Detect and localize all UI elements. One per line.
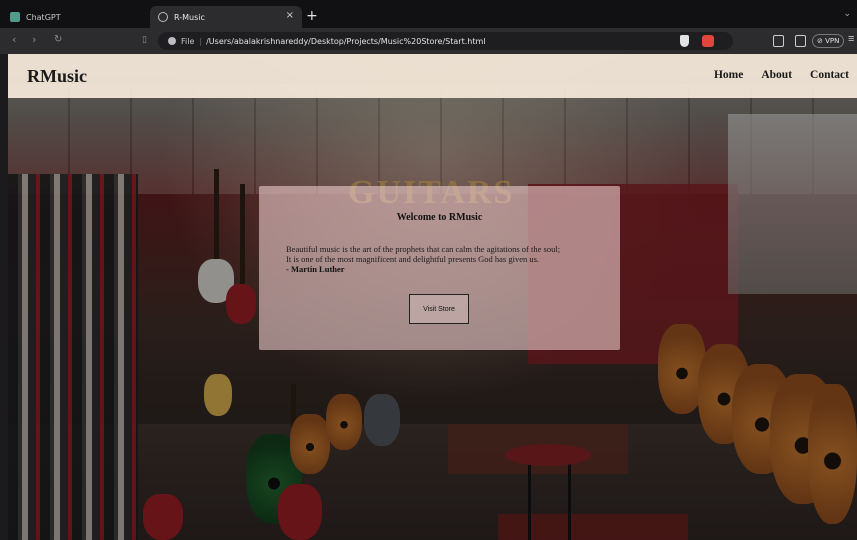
- brave-shield-icon[interactable]: [680, 35, 689, 47]
- welcome-title: Welcome to RMusic: [396, 212, 483, 223]
- tab-label: ChatGPT: [26, 12, 61, 22]
- url-scheme-label: File: [181, 36, 195, 46]
- menu-icon[interactable]: ≡: [848, 33, 854, 45]
- nav-about-link[interactable]: About: [761, 69, 792, 81]
- quote-author: - Martin Luther: [286, 264, 345, 274]
- welcome-card: Welcome to RMusic Beautiful music is the…: [259, 186, 620, 350]
- vpn-button[interactable]: ⊘ VPN: [812, 34, 845, 48]
- address-bar[interactable]: File | /Users/abalakrishnareddy/Desktop/…: [158, 32, 733, 50]
- wallet-icon[interactable]: [795, 35, 806, 47]
- quote-line: It is one of the most magnificent and de…: [286, 254, 540, 264]
- rewards-icon[interactable]: [702, 35, 714, 47]
- nav-contact-link[interactable]: Contact: [810, 69, 849, 81]
- globe-icon: [158, 12, 168, 22]
- url-text: /Users/abalakrishnareddy/Desktop/Project…: [206, 36, 486, 46]
- back-icon[interactable]: ‹: [12, 34, 16, 46]
- new-tab-button[interactable]: +: [306, 9, 318, 23]
- close-tab-icon[interactable]: ×: [286, 10, 294, 21]
- tab-list-chevron-icon[interactable]: ⌄: [843, 8, 851, 19]
- visit-store-button[interactable]: Visit Store: [409, 294, 469, 324]
- quote-line: Beautiful music is the art of the prophe…: [286, 244, 561, 254]
- bookmark-icon[interactable]: ▯: [142, 34, 147, 46]
- site-nav: Home About Contact: [714, 69, 857, 81]
- browser-tab-strip: ChatGPT R-Music × + ⌄: [0, 0, 857, 28]
- forward-icon[interactable]: ›: [32, 34, 36, 46]
- chatgpt-icon: [10, 12, 20, 22]
- quote-text: Beautiful music is the art of the prophe…: [286, 244, 611, 264]
- tab-r-music[interactable]: R-Music ×: [150, 6, 302, 28]
- browser-toolbar: ‹ › ↻ ▯ File | /Users/abalakrishnareddy/…: [0, 28, 857, 54]
- site-logo[interactable]: RMusic: [27, 66, 87, 87]
- site-header: RMusic Home About Contact: [8, 54, 857, 98]
- site-info-icon[interactable]: [168, 37, 176, 45]
- url-separator: |: [199, 36, 203, 46]
- sidebar-icon[interactable]: [773, 35, 784, 47]
- tab-label: R-Music: [174, 12, 205, 22]
- reload-icon[interactable]: ↻: [54, 34, 62, 46]
- tab-chatgpt[interactable]: ChatGPT: [10, 6, 148, 28]
- page-viewport: GUITARS RMusic Home About Contact Welcom…: [8, 54, 857, 540]
- nav-home-link[interactable]: Home: [714, 69, 743, 81]
